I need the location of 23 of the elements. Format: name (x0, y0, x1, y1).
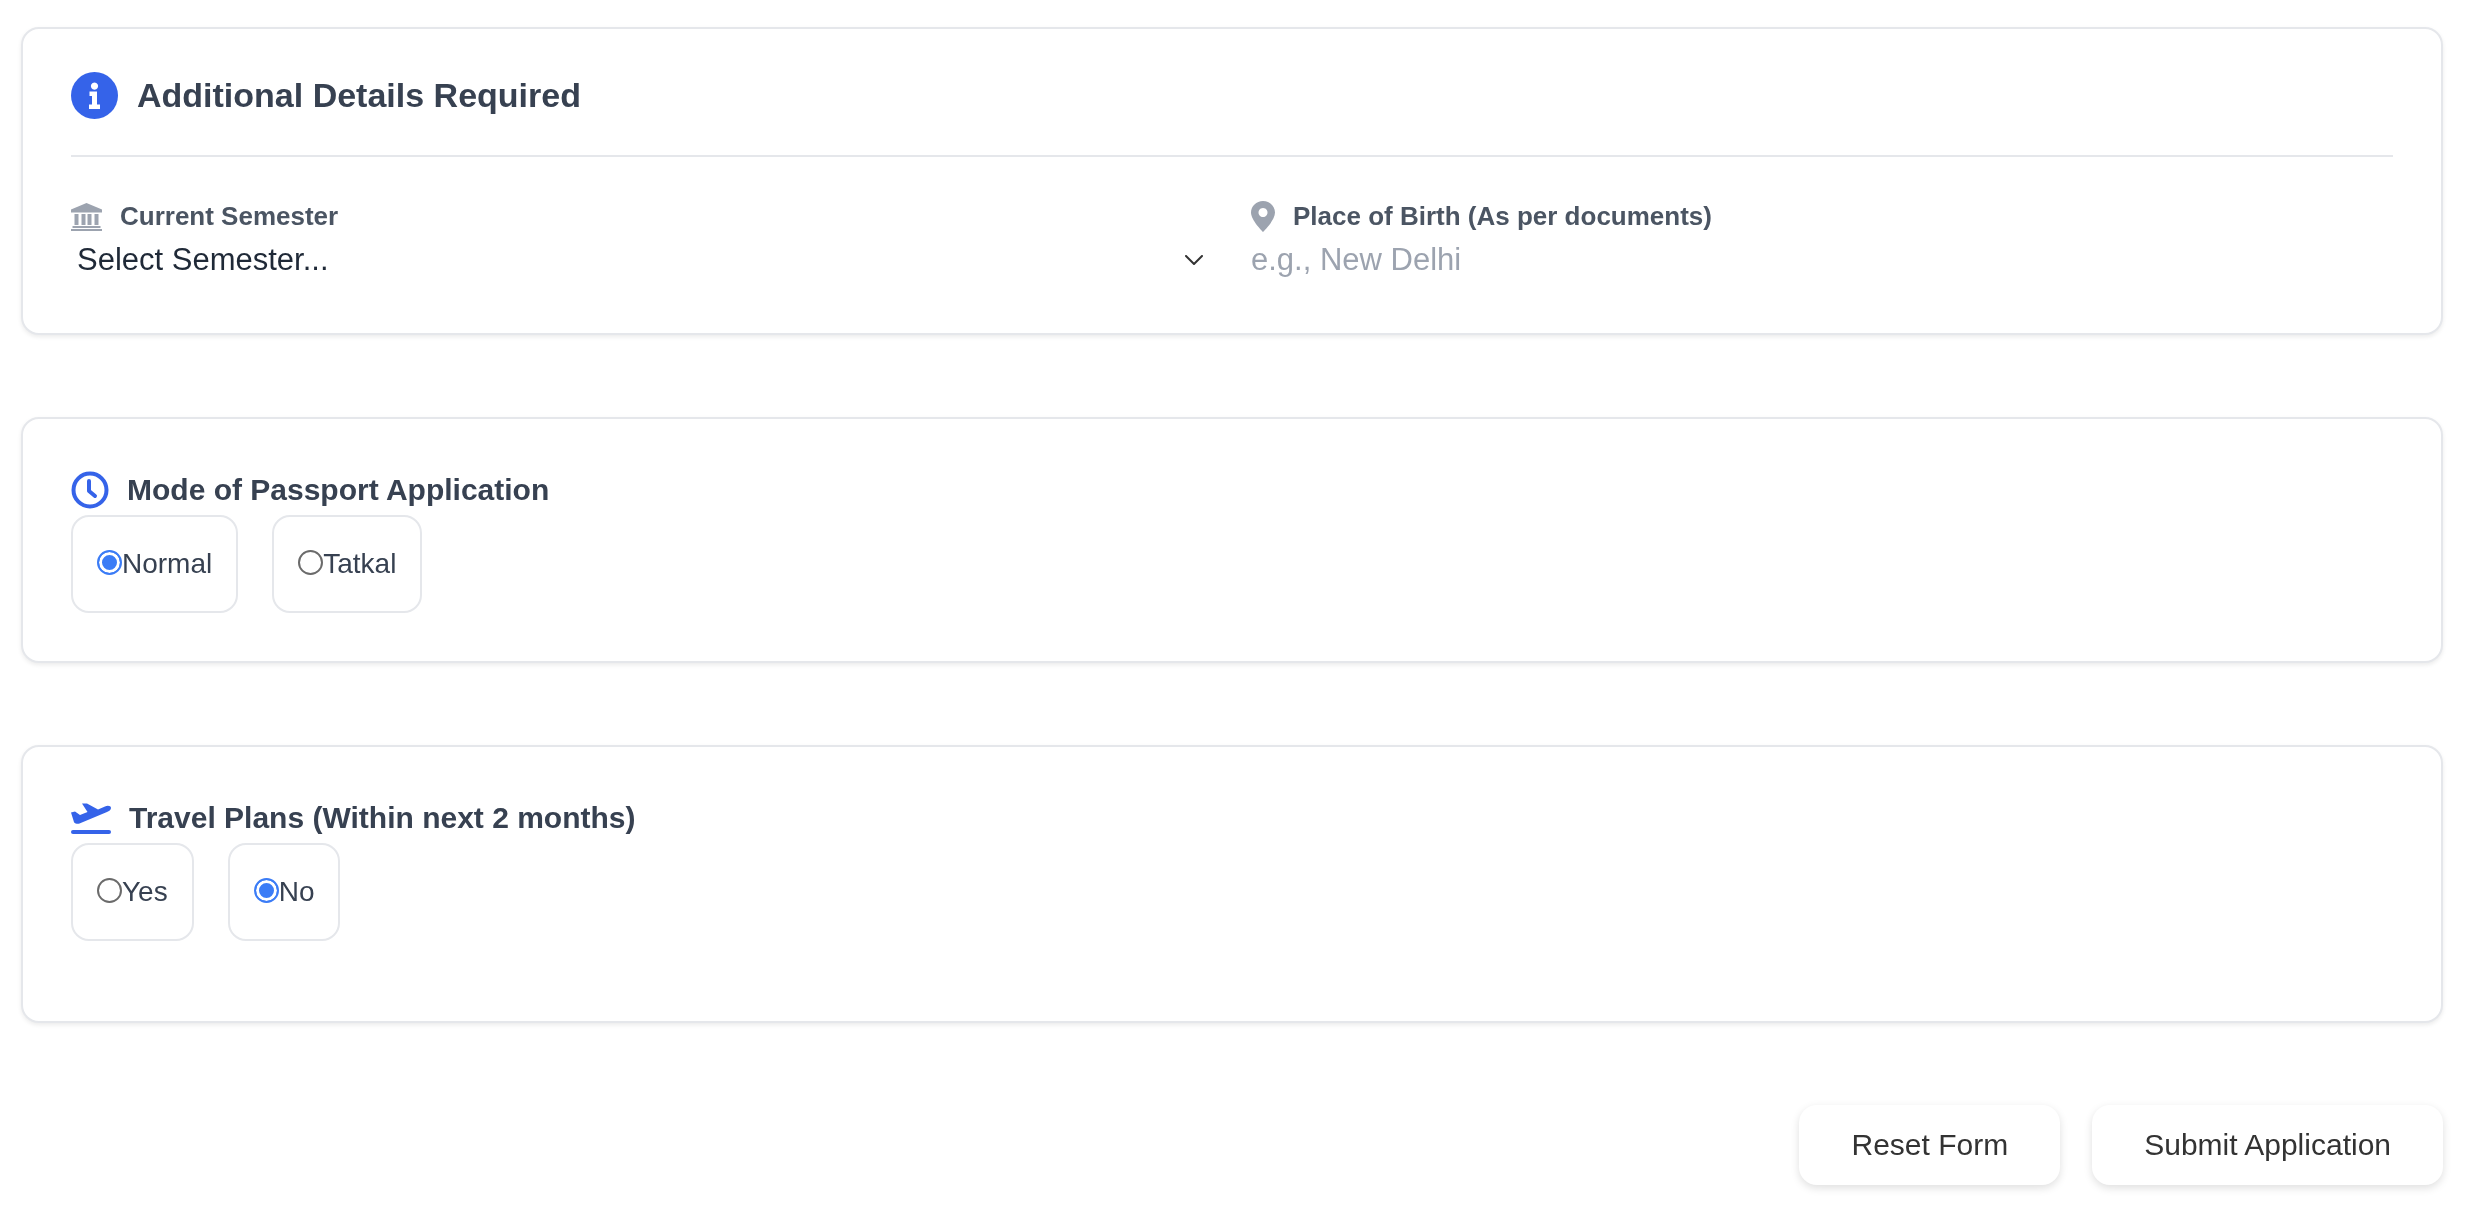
radio-button[interactable] (97, 877, 122, 903)
radio-button[interactable] (298, 549, 324, 575)
bank-icon (71, 202, 102, 231)
radio-option[interactable]: No (227, 843, 341, 941)
info-icon (71, 72, 118, 119)
field-label: Place of Birth (As per documents) (1293, 201, 1712, 232)
reset-button[interactable]: Reset Form (1799, 1105, 2061, 1185)
chevron-down-icon (1185, 254, 1203, 265)
radio-button[interactable] (97, 549, 122, 575)
text-input-field[interactable]: e.g., New Delhi (1251, 237, 2393, 282)
semester-select[interactable]: Select Semester... (71, 237, 1213, 282)
radio-option[interactable]: Yes (71, 843, 194, 941)
section-title: Mode of Passport Application (127, 472, 550, 508)
radio-button[interactable] (253, 877, 279, 903)
airplane-departure-icon (71, 802, 111, 834)
radio-option[interactable]: Tatkal (272, 515, 423, 613)
clock-icon (71, 471, 109, 509)
card-title: Additional Details Required (137, 75, 581, 116)
submit-button[interactable]: Submit Application (2092, 1105, 2443, 1185)
location-pin-icon (1251, 201, 1275, 232)
section-title: Travel Plans (Within next 2 months) (129, 800, 636, 836)
radio-option[interactable]: Normal (71, 515, 239, 613)
field-label: Current Semester (120, 201, 339, 232)
